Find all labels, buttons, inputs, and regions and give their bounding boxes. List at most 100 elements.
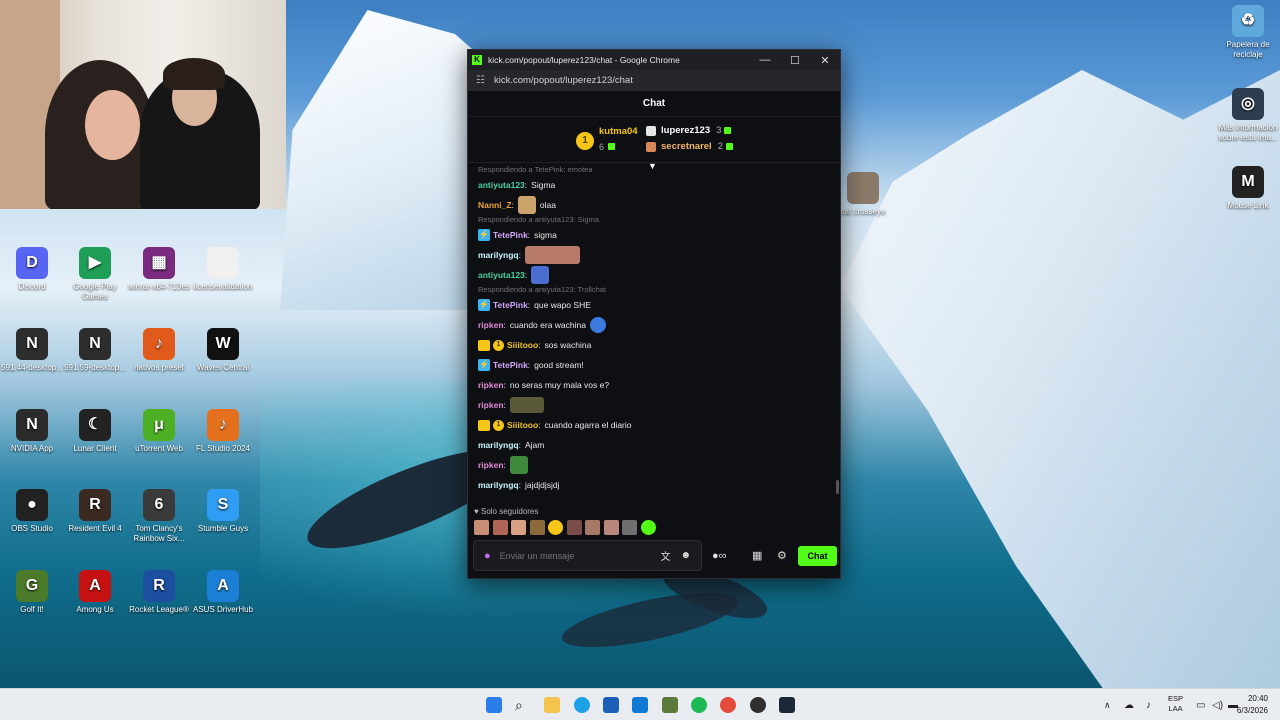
globe-emote-icon[interactable] [589,317,606,333]
leader-third[interactable]: secretnarel 2 [646,141,733,152]
desktop-icon[interactable]: ♪ FL Studio 2024 [191,409,255,454]
tray-chevron-icon[interactable]: ∧ [1104,689,1111,720]
onedrive-icon[interactable]: ☁ [1124,689,1134,720]
chat-message[interactable]: antiyuta123: [478,265,840,285]
chat-message[interactable]: ripken: cuando era wachina [478,315,840,335]
reply-context[interactable]: Respondiendo a antiyuta123: Sigma [478,215,840,225]
chat-message[interactable]: ⚡ TetePink: good stream! [478,355,840,375]
chat-username[interactable]: ripken [478,399,504,411]
close-button[interactable]: ✕ [810,54,840,67]
search-icon[interactable]: ⌕ [515,697,531,713]
chat-username[interactable]: TetePink [493,299,528,311]
translate-icon[interactable]: 文 [660,548,670,563]
file-explorer-icon[interactable] [544,697,560,713]
wifi-icon[interactable]: ▭ [1196,689,1205,720]
reply-context[interactable]: Respondiendo a antiyuta123: Trollchat [478,285,840,295]
emoji-icon[interactable]: ☻ [680,550,691,561]
desktop-icon[interactable]: N 591.59-desktop... [63,328,127,373]
send-chat-button[interactable]: Chat [798,546,837,566]
microphone-tray-icon[interactable]: ♪ [1146,689,1151,720]
desktop-icon[interactable]: ☾ Lunar Client [63,409,127,454]
emote-button[interactable] [511,520,526,535]
desktop-icon[interactable]: D Discord [0,247,64,292]
chrome-icon[interactable] [720,697,736,713]
chat-message[interactable]: Nanni_Z: olaa [478,195,840,215]
reply-context[interactable]: Respondiendo a TetePink: emotea [478,165,840,175]
chat-message[interactable]: ⚡ TetePink: que wapo SHE [478,295,840,315]
chat-emote[interactable] [509,397,544,413]
desktop-icon[interactable]: N 591.44-desktop... [0,328,64,373]
store-icon[interactable]: ▦ [752,540,762,571]
chat-message[interactable]: marilyngq: [478,245,840,265]
chat-username[interactable]: Siiitooo [507,419,538,431]
desktop-icon[interactable]: N NVIDIA App [0,409,64,454]
desktop-icon[interactable]: R Rocket League® [127,570,191,615]
desktop-icon[interactable]: ▶ Google Play Games [63,247,127,302]
chat-emote[interactable] [517,196,536,214]
chat-message[interactable]: ⚡ TetePink: sigma [478,225,840,245]
settings-gear-icon[interactable]: ⚙ [777,540,787,571]
chat-message-list[interactable]: Respondiendo a TetePink: emotea antiyuta1… [468,165,840,495]
emote-button[interactable] [622,520,637,535]
emote-button[interactable] [603,520,619,535]
chat-username[interactable]: TetePink [493,229,528,241]
microphone-icon[interactable]: ● [484,550,491,562]
steam-icon[interactable] [779,697,795,713]
system-clock[interactable]: 20:40 6/3/2026 [1237,693,1268,717]
site-settings-icon[interactable]: ☷ [476,75,485,86]
desktop-icon[interactable]: G Golf It! [0,570,64,615]
chat-username[interactable]: marilyngq [478,479,519,491]
chat-message[interactable]: marilyngq: Ajam [478,435,840,455]
chat-username[interactable]: ripken [478,379,504,391]
spotify-icon[interactable] [691,697,707,713]
chat-username[interactable]: marilyngq [478,439,519,451]
chat-username[interactable]: antiyuta123 [478,269,525,281]
outlook-icon[interactable] [632,697,648,713]
desktop-icon[interactable]: licensevalidation [191,247,255,292]
desktop-icon[interactable]: M Mouse Link [1216,166,1280,211]
volume-icon[interactable]: ◁) [1212,689,1223,720]
url-text[interactable]: kick.com/popout/luperez123/chat [494,75,633,86]
desktop-icon[interactable]: μ uTorrent Web [127,409,191,454]
emote-button[interactable] [640,520,656,535]
desktop-icon[interactable]: W Waves Central [191,328,255,373]
leader-second[interactable]: luperez123 3 [646,125,732,136]
chat-username[interactable]: marilyngq [478,249,519,261]
desktop-icon[interactable]: A ASUS DriverHub [191,570,255,615]
chat-message[interactable]: antiyuta123: Sigma [478,175,840,195]
chat-username[interactable]: Siiitooo [507,339,538,351]
chat-emote[interactable] [509,456,528,474]
chat-message[interactable]: 1 Siiitooo: sos wachina [478,335,840,355]
edge-browser-icon[interactable] [574,697,590,713]
desktop-icon[interactable]: A Among Us [63,570,127,615]
chat-message[interactable]: 1 Siiitooo: cuando agarra el diario [478,415,840,435]
desktop-icon[interactable]: ♪ nativos preset [127,328,191,373]
chat-username[interactable]: Nanni_Z [478,199,512,211]
chat-username[interactable]: TetePink [493,359,528,371]
chat-message[interactable]: ripken: no seras muy mala vos e? [478,375,840,395]
chat-scrollbar[interactable] [836,480,839,494]
desktop-icon[interactable]: ◎ Más información sobre esta ima... [1216,88,1280,143]
chat-username[interactable]: ripken [478,319,504,331]
desktop-icon[interactable]: S Stumble Guys [191,489,255,534]
chat-composer[interactable]: ● 文 ☻ [473,540,702,571]
start-button-icon[interactable] [486,697,502,713]
leader-first[interactable]: 1 kutma04 6 [576,126,638,155]
chat-username[interactable]: ripken [478,459,504,471]
desktop-icon[interactable]: R Resident Evil 4 [63,489,127,534]
address-bar[interactable]: ☷ kick.com/popout/luperez123/chat [468,70,840,91]
microsoft-store-icon[interactable] [603,697,619,713]
chat-emote[interactable] [531,266,550,284]
gift-icon[interactable]: ●∞ [712,540,727,571]
emote-button[interactable] [474,520,489,535]
chat-message[interactable]: marilyngq: jajdjdjsjdj [478,475,840,495]
emote-button[interactable] [548,520,563,535]
chat-username[interactable]: antiyuta123 [478,179,525,191]
chat-emote[interactable] [525,246,580,264]
chat-message[interactable]: ripken: [478,395,840,415]
maximize-button[interactable]: ☐ [780,54,810,67]
minecraft-icon[interactable] [662,697,678,713]
chat-message[interactable]: ripken: [478,455,840,475]
emote-button[interactable] [585,520,600,535]
browser-titlebar[interactable]: K kick.com/popout/luperez123/chat - Goog… [468,50,840,70]
